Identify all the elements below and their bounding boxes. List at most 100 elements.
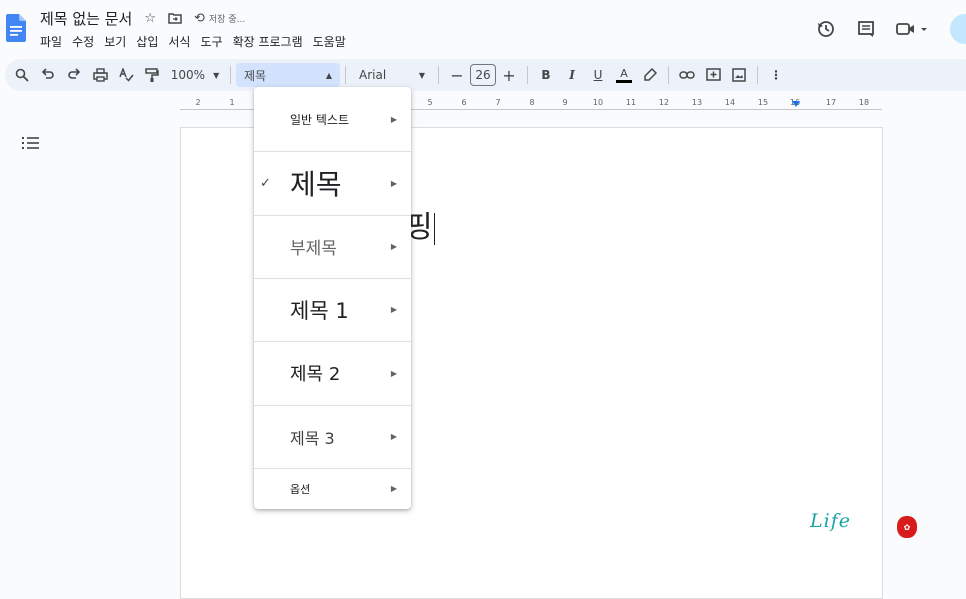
submenu-arrow-icon: ▶ [390, 368, 397, 378]
font-value: Arial [359, 68, 387, 82]
menu-insert[interactable]: 삽입 [136, 33, 158, 50]
toolbar-divider [438, 66, 439, 84]
text-color-swatch [616, 79, 632, 83]
menu-edit[interactable]: 수정 [72, 33, 94, 50]
text-color-label: A [620, 66, 628, 80]
ruler-label: 6 [461, 98, 467, 107]
spellcheck-icon[interactable] [113, 63, 139, 87]
redo-icon[interactable] [61, 63, 87, 87]
caret-down-icon: ▼ [418, 70, 425, 80]
link-icon[interactable] [674, 63, 700, 87]
comments-icon[interactable] [852, 15, 880, 43]
menu-item-label: 옵션 [290, 482, 311, 496]
toolbar-divider [345, 66, 346, 84]
menu-item-heading-1[interactable]: 제목 1 ▶ [254, 278, 411, 341]
submenu-arrow-icon: ▶ [390, 114, 397, 124]
submenu-arrow-icon: ▶ [390, 305, 397, 314]
menu-view[interactable]: 보기 [104, 33, 126, 50]
text-color-button[interactable]: A [611, 63, 637, 87]
avatar[interactable] [950, 14, 966, 44]
sync-icon: ⟲ [194, 10, 205, 26]
menu-item-title[interactable]: ✓ 제목 ▶ [254, 151, 411, 215]
submenu-arrow-icon: ▶ [390, 242, 397, 251]
menu-extensions[interactable]: 확장 프로그램 [233, 33, 303, 50]
ruler-label: 10 [592, 98, 604, 107]
insert-image-icon[interactable] [726, 63, 752, 87]
submenu-arrow-icon: ▶ [390, 484, 397, 493]
menu-item-label: 제목 [290, 168, 342, 201]
italic-button[interactable]: I [559, 63, 585, 87]
zoom-select[interactable]: 100% ▼ [165, 63, 225, 87]
docs-logo-icon[interactable] [6, 14, 26, 42]
toolbar-divider [527, 66, 528, 84]
menu-tools[interactable]: 도구 [200, 33, 222, 50]
ruler-label: 13 [691, 98, 703, 107]
submenu-arrow-icon: ▶ [390, 178, 397, 188]
paragraph-style-value: 제목 [244, 68, 267, 83]
font-size-input[interactable]: 26 [470, 64, 496, 86]
header-actions [800, 14, 966, 44]
check-icon: ✓ [260, 175, 271, 191]
menu-item-subtitle[interactable]: 부제목 ▶ [254, 215, 411, 278]
menu-item-label: 제목 1 [290, 298, 349, 323]
top-bar: 제목 없는 문서 ☆ ⟲ 저장 중... 파일 수정 보기 삽입 서식 도구 확… [0, 0, 966, 56]
menu-item-label: 제목 2 [290, 364, 341, 385]
toolbar: 100% ▼ 제목 ▲ Arial ▼ − 26 + B I U A ⋮ [5, 59, 966, 91]
ruler-label: 11 [625, 98, 637, 107]
save-status: 저장 중... [208, 14, 246, 25]
search-menus-icon[interactable] [9, 63, 35, 87]
menu-item-heading-3[interactable]: 제목 3 ▶ [254, 405, 411, 468]
ruler-label: 1 [229, 98, 235, 107]
ruler-label: 5 [427, 98, 433, 107]
text-cursor [433, 212, 435, 245]
title-row: 제목 없는 문서 ☆ ⟲ 저장 중... [40, 7, 245, 29]
increase-font-size-icon[interactable]: + [496, 63, 522, 87]
document-title[interactable]: 제목 없는 문서 [40, 8, 132, 29]
ruler-label: 14 [724, 98, 736, 107]
decrease-font-size-icon[interactable]: − [444, 63, 470, 87]
underline-button[interactable]: U [585, 63, 611, 87]
right-indent-marker[interactable] [792, 101, 800, 107]
zoom-value: 100% [170, 68, 206, 82]
ruler-label: 8 [529, 98, 535, 107]
ruler-label: 2 [195, 98, 201, 107]
red-seal-stamp: ✿ [897, 516, 917, 538]
menu-item-label: 부제목 [290, 239, 337, 259]
ruler-label: 9 [562, 98, 568, 107]
bold-button[interactable]: B [533, 63, 559, 87]
ruler-label: 18 [858, 98, 870, 107]
menu-format[interactable]: 서식 [168, 33, 190, 50]
paragraph-style-menu: 일반 텍스트 ▶ ✓ 제목 ▶ 부제목 ▶ 제목 1 ▶ 제목 2 ▶ 제목 3… [254, 87, 411, 509]
menu-file[interactable]: 파일 [40, 33, 62, 50]
toolbar-divider [757, 66, 758, 84]
version-history-icon[interactable] [812, 15, 840, 43]
menu-item-normal-text[interactable]: 일반 텍스트 ▶ [254, 87, 411, 151]
highlight-icon[interactable] [637, 63, 663, 87]
toolbar-divider [668, 66, 669, 84]
star-icon[interactable]: ☆ [144, 11, 156, 26]
menu-help[interactable]: 도움말 [313, 33, 346, 50]
caret-up-icon: ▲ [325, 70, 332, 80]
ruler-label: 15 [757, 98, 769, 107]
paint-format-icon[interactable] [139, 63, 165, 87]
menu-item-label: 제목 3 [290, 428, 335, 448]
ruler-label: 7 [495, 98, 501, 107]
ruler-label: 12 [658, 98, 670, 107]
add-comment-icon[interactable] [700, 63, 726, 87]
menu-item-heading-2[interactable]: 제목 2 ▶ [254, 341, 411, 405]
meet-icon[interactable] [892, 15, 932, 43]
undo-icon[interactable] [35, 63, 61, 87]
move-folder-icon[interactable] [168, 12, 182, 24]
menu-item-options[interactable]: 옵션 ▶ [254, 468, 411, 509]
print-icon[interactable] [87, 63, 113, 87]
paragraph-style-select[interactable]: 제목 ▲ [236, 63, 340, 87]
submenu-arrow-icon: ▶ [390, 432, 397, 441]
menu-bar: 파일 수정 보기 삽입 서식 도구 확장 프로그램 도움말 [40, 32, 356, 50]
ruler-label: 17 [825, 98, 837, 107]
document-outline-icon[interactable] [20, 134, 42, 152]
more-options-icon[interactable]: ⋮ [763, 63, 789, 87]
signature-text: Life [810, 510, 851, 532]
menu-item-label: 일반 텍스트 [290, 112, 350, 127]
font-select[interactable]: Arial ▼ [351, 63, 433, 87]
toolbar-divider [230, 66, 231, 84]
